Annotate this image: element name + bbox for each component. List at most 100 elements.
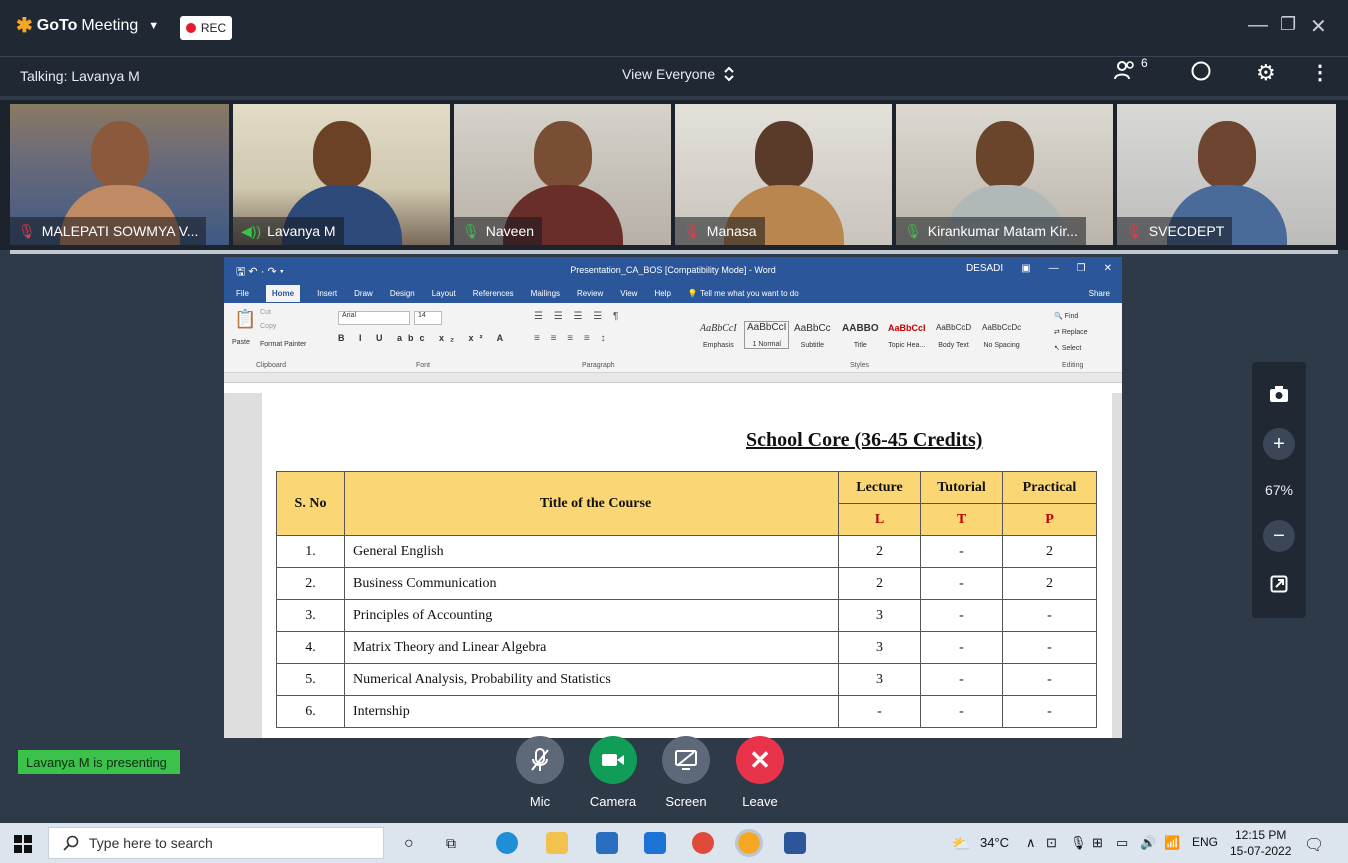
word-icon[interactable]: [784, 832, 806, 854]
word-ribbon: 📋 Paste Cut Copy Format Painter Clipboar…: [224, 303, 1122, 373]
alignment-buttons: ≡ ≡ ≡ ≡ ↕: [534, 333, 610, 344]
participant-tile[interactable]: 🎙 Manasa: [675, 104, 892, 245]
participant-tile[interactable]: 🎙 Naveen: [454, 104, 671, 245]
minus-icon: −: [1273, 524, 1285, 547]
minimize-icon[interactable]: —: [1248, 14, 1268, 37]
row-t: -: [920, 599, 1003, 632]
volume-icon[interactable]: 🔊: [1140, 835, 1156, 851]
row-t: -: [920, 663, 1003, 696]
row-sno: 2.: [276, 567, 345, 600]
restore-icon[interactable]: ❐: [1280, 14, 1296, 35]
participant-name-tag: 🎙 MALEPATI SOWMYA V...: [10, 217, 207, 245]
find-label: Find: [1064, 313, 1079, 320]
system-clock[interactable]: 12:15 PM 15-07-2022: [1230, 827, 1291, 859]
word-window-controls: DESADI ▣ — ❐ ✕: [966, 263, 1112, 274]
row-l: 3: [838, 631, 921, 664]
style-preview: AaBbCcI: [888, 323, 926, 333]
tab-layout: Layout: [431, 288, 456, 298]
row-t: -: [920, 567, 1003, 600]
tab-mailings: Mailings: [530, 288, 561, 298]
gotomeeting-taskbar-icon[interactable]: [735, 829, 763, 857]
strip-resize-handle[interactable]: [10, 250, 1338, 254]
view-selector[interactable]: View Everyone: [622, 66, 735, 82]
file-explorer-icon[interactable]: [546, 832, 568, 854]
participant-name: SVECDEPT: [1148, 223, 1225, 239]
mic-tray-icon[interactable]: 🎙: [1070, 835, 1087, 851]
row-p: -: [1002, 599, 1097, 632]
style-name: No Spacing: [983, 342, 1020, 349]
screenshot-button[interactable]: [1263, 378, 1295, 410]
more-options-button[interactable]: ⋮: [1310, 60, 1330, 85]
mic-label: Mic: [529, 794, 551, 809]
edge-browser-icon[interactable]: [496, 832, 518, 854]
participants-button[interactable]: 6: [1114, 56, 1148, 80]
tell-me-text: Tell me what you want to do: [699, 288, 799, 298]
chevron-up-icon[interactable]: ∧: [1026, 835, 1036, 851]
mic-button[interactable]: Mic: [516, 736, 564, 809]
zoom-out-button[interactable]: −: [1263, 520, 1295, 552]
mail-icon[interactable]: [644, 832, 666, 854]
row-sno: 4.: [276, 631, 345, 664]
table-row: 2. Business Communication 2 - 2: [276, 567, 1097, 600]
popout-button[interactable]: [1263, 568, 1295, 600]
wifi-icon[interactable]: 📶: [1164, 835, 1180, 851]
document-title: Presentation_CA_BOS [Compatibility Mode]…: [570, 265, 776, 275]
style-name: Topic Hea...: [888, 342, 926, 349]
windows-taskbar: Type here to search ○ ⧉ ⛅ 34°C ∧ ⊡ 🎙 ⊞ ▭…: [0, 823, 1348, 863]
temperature[interactable]: 34°C: [980, 835, 1009, 850]
horizontal-ruler: [224, 373, 1122, 383]
header-t: T: [920, 503, 1003, 536]
close-window-icon[interactable]: ✕: [1310, 14, 1327, 39]
store-icon[interactable]: [596, 832, 618, 854]
app-menu[interactable]: ✱ GoTo Meeting ▼: [16, 16, 159, 36]
tab-help: Help: [654, 288, 671, 298]
task-view-icon[interactable]: ⧉: [446, 835, 456, 852]
camera-button[interactable]: Camera: [589, 736, 637, 809]
gear-icon: ⚙: [1256, 60, 1276, 85]
mic-muted-icon: 🎙: [1125, 222, 1143, 239]
chat-button[interactable]: [1190, 60, 1212, 88]
copy-label: Copy: [260, 323, 277, 330]
cortana-icon[interactable]: ○: [404, 835, 414, 853]
row-title: Principles of Accounting: [344, 599, 839, 632]
notification-icon[interactable]: 🗨: [1304, 835, 1324, 855]
font-size-box: 14: [414, 311, 442, 325]
cut-label: Cut: [260, 309, 271, 316]
header-practical: Practical: [1002, 471, 1097, 504]
presenting-banner: Lavanya M is presenting: [18, 750, 180, 774]
share-button: Share: [1088, 288, 1110, 298]
row-l: -: [838, 695, 921, 728]
header-l: L: [838, 503, 921, 536]
style-name: Emphasis: [702, 342, 734, 349]
course-table: S. No Title of the Course Lecture Tutori…: [276, 471, 1097, 728]
mic-icon: 🎙: [462, 222, 480, 239]
row-p: -: [1002, 695, 1097, 728]
participant-tile[interactable]: 🎙 Kirankumar Matam Kir...: [896, 104, 1113, 245]
windows-start-icon[interactable]: [14, 835, 32, 853]
participant-tile[interactable]: 🎙 MALEPATI SOWMYA V...: [10, 104, 229, 245]
select-label: Select: [1061, 345, 1082, 352]
style-preview: AaBbCc: [794, 323, 831, 334]
display-tray-icon[interactable]: ⊞: [1092, 835, 1103, 851]
zoom-in-button[interactable]: +: [1263, 428, 1295, 460]
battery-icon[interactable]: ▭: [1116, 835, 1128, 851]
zoom-level: 67%: [1264, 482, 1294, 498]
participant-tile[interactable]: ◀)) Lavanya M: [233, 104, 450, 245]
style-topic-heading: AaBbCcI Topic Hea...: [888, 323, 926, 349]
screen-share-button[interactable]: Screen: [662, 736, 710, 809]
settings-button[interactable]: ⚙: [1256, 60, 1276, 86]
language-indicator[interactable]: ENG: [1192, 835, 1218, 849]
chrome-icon[interactable]: [692, 832, 714, 854]
rec-label: REC: [200, 21, 227, 35]
participants-count: 6: [1141, 56, 1148, 70]
leave-button[interactable]: ✕ Leave: [736, 736, 784, 809]
style-body-text: AaBbCcD Body Text: [936, 323, 971, 349]
participant-name: Manasa: [706, 223, 757, 239]
user-name: DESADI: [965, 263, 1004, 274]
recording-badge[interactable]: REC: [180, 16, 232, 40]
header-lecture: Lecture: [838, 471, 921, 504]
participant-tile[interactable]: 🎙 SVECDEPT: [1117, 104, 1336, 245]
row-p: -: [1002, 631, 1097, 664]
tray-app-icon[interactable]: ⊡: [1046, 835, 1057, 851]
taskbar-search-box[interactable]: Type here to search: [48, 827, 384, 859]
